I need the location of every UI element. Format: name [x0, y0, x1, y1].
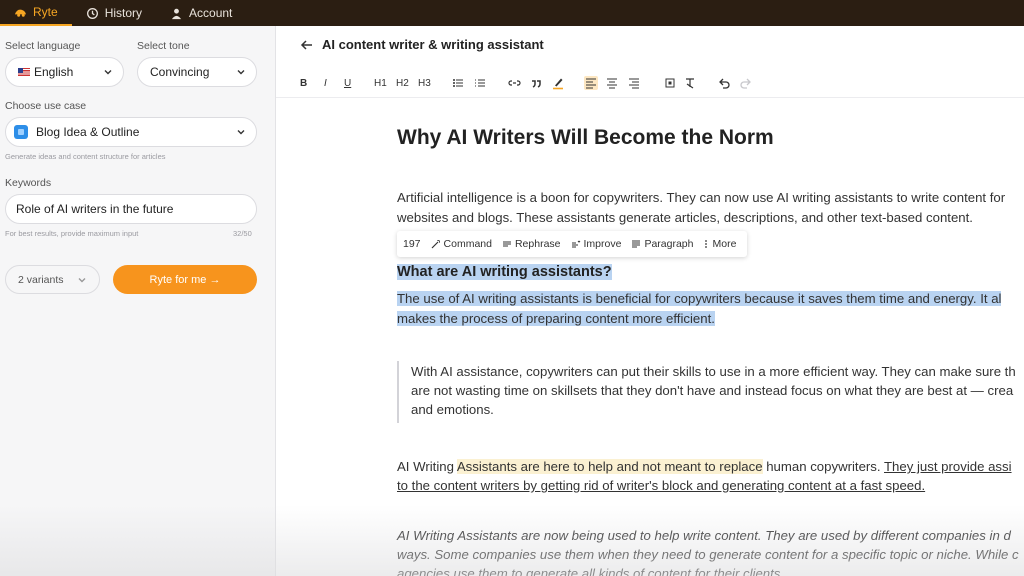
- paragraph-1-line-1[interactable]: Artificial intelligence is a boon for co…: [397, 190, 1005, 205]
- tab-ryte-label: Ryte: [33, 5, 58, 19]
- tab-history-label: History: [104, 6, 143, 20]
- page-header: AI content writer & writing assistant: [300, 37, 544, 52]
- align-right-icon[interactable]: [628, 76, 640, 90]
- quote-line-1[interactable]: With AI assistance, copywriters can put …: [411, 364, 1016, 379]
- keywords-count: 32/50: [233, 229, 252, 238]
- selected-text: makes the process of preparing content m…: [397, 311, 715, 326]
- selected-paragraph-line-1[interactable]: The use of AI writing assistants is bene…: [397, 291, 1002, 306]
- paragraph-button[interactable]: Paragraph: [631, 238, 693, 250]
- quote-line-3[interactable]: and emotions.: [411, 402, 494, 417]
- h3-button[interactable]: H3: [418, 76, 431, 90]
- language-select[interactable]: English: [5, 57, 124, 87]
- h1-button[interactable]: H1: [374, 76, 387, 90]
- align-left-icon[interactable]: [584, 76, 598, 90]
- p3-text-b: human copywriters.: [762, 459, 884, 474]
- variants-value: 2 variants: [18, 273, 64, 286]
- command-button[interactable]: Command: [431, 238, 492, 250]
- back-arrow-icon[interactable]: [300, 38, 314, 52]
- document-title[interactable]: Why AI Writers Will Become the Norm: [397, 126, 774, 150]
- sidebar: Select language Select tone English Conv…: [0, 26, 276, 576]
- keywords-value: Role of AI writers in the future: [16, 202, 174, 216]
- paragraph-label: Paragraph: [644, 238, 694, 250]
- link-icon[interactable]: [508, 76, 521, 90]
- variants-select[interactable]: 2 variants: [5, 265, 100, 294]
- p3-text-a: AI Writing: [397, 459, 457, 474]
- chevron-down-icon: [237, 130, 245, 135]
- align-center-icon[interactable]: [606, 76, 618, 90]
- chevron-down-icon: [237, 70, 245, 75]
- redo-icon[interactable]: [740, 76, 752, 90]
- clear-format-icon[interactable]: [684, 76, 696, 90]
- underline-button[interactable]: U: [344, 76, 351, 90]
- section-heading[interactable]: What are AI writing assistants?: [397, 264, 612, 280]
- selected-heading-text: What are AI writing assistants?: [397, 264, 612, 280]
- magic-wand-icon: [431, 240, 440, 249]
- tone-value: Convincing: [150, 65, 210, 79]
- numbered-list-icon[interactable]: [474, 76, 486, 90]
- tone-select[interactable]: Convincing: [137, 57, 257, 87]
- embed-icon[interactable]: [664, 76, 676, 90]
- chevron-down-icon: [104, 70, 112, 75]
- h2-button[interactable]: H2: [396, 76, 409, 90]
- more-vertical-icon: [705, 240, 708, 248]
- paragraph-3-line-2[interactable]: to the content writers by getting rid of…: [397, 478, 925, 493]
- rephrase-button[interactable]: Rephrase: [502, 238, 561, 250]
- improve-icon: [571, 240, 580, 248]
- underlined-text: They just provide assi: [884, 459, 1012, 474]
- tab-ryte[interactable]: Ryte: [0, 0, 72, 26]
- undo-icon[interactable]: [718, 76, 730, 90]
- keywords-hint: For best results, provide maximum input: [5, 229, 139, 238]
- language-label: Select language: [5, 40, 81, 52]
- quote-icon[interactable]: [530, 76, 542, 90]
- editor-toolbar: B I U H1 H2 H3: [276, 68, 1024, 98]
- inline-ai-toolbar: 197 Command Rephrase Improve Paragraph M…: [397, 231, 747, 257]
- language-value: English: [34, 65, 74, 79]
- tone-label: Select tone: [137, 40, 190, 52]
- ryte-button-label: Ryte for me →: [149, 273, 221, 286]
- keywords-label: Keywords: [5, 177, 52, 189]
- editor-area: AI content writer & writing assistant B …: [276, 26, 1024, 576]
- highlighted-text: Assistants are here to help and not mean…: [456, 459, 763, 474]
- us-flag-icon: [18, 68, 30, 76]
- tab-account-label: Account: [189, 6, 233, 20]
- more-label: More: [712, 238, 737, 250]
- improve-button[interactable]: Improve: [571, 238, 622, 250]
- italic-button[interactable]: I: [324, 76, 327, 90]
- blog-icon: [14, 125, 28, 139]
- bold-button[interactable]: B: [300, 76, 307, 90]
- command-label: Command: [443, 238, 492, 250]
- paragraph-4-line-1[interactable]: AI Writing Assistants are now being used…: [397, 528, 1011, 543]
- more-button[interactable]: More: [703, 238, 736, 250]
- use-case-hint: Generate ideas and content structure for…: [5, 152, 166, 161]
- ryte-for-me-button[interactable]: Ryte for me →: [113, 265, 257, 294]
- use-case-label: Choose use case: [5, 100, 87, 112]
- paragraph-icon: [632, 240, 641, 248]
- ryte-logo-icon: [14, 9, 27, 17]
- chevron-down-icon: [78, 277, 86, 282]
- page-title: AI content writer & writing assistant: [322, 37, 544, 52]
- highlighter-icon[interactable]: [552, 76, 564, 90]
- paragraph-1-line-2[interactable]: websites and blogs. These assistants gen…: [397, 210, 973, 225]
- use-case-value: Blog Idea & Outline: [36, 125, 140, 139]
- word-count: 197: [403, 238, 421, 250]
- history-icon: [86, 7, 98, 19]
- quote-line-2[interactable]: are not wasting time on skillsets that t…: [411, 383, 1013, 398]
- paragraph-4-line-2[interactable]: ways. Some companies use them when they …: [397, 547, 1019, 562]
- user-icon: [171, 8, 182, 19]
- use-case-select[interactable]: Blog Idea & Outline: [5, 117, 257, 147]
- tab-account[interactable]: Account: [156, 0, 246, 26]
- paragraph-4-line-3[interactable]: agencies use them to generate all kinds …: [397, 566, 784, 576]
- top-nav: Ryte History Account: [0, 0, 1024, 26]
- bullet-list-icon[interactable]: [452, 76, 464, 90]
- tab-history[interactable]: History: [72, 0, 156, 26]
- keywords-input[interactable]: Role of AI writers in the future: [5, 194, 257, 224]
- rephrase-icon: [502, 241, 511, 247]
- paragraph-3-line-1[interactable]: AI Writing Assistants are here to help a…: [397, 459, 1012, 474]
- selected-paragraph-line-2[interactable]: makes the process of preparing content m…: [397, 311, 715, 326]
- improve-label: Improve: [583, 238, 622, 250]
- selected-text: The use of AI writing assistants is bene…: [397, 291, 1002, 306]
- rephrase-label: Rephrase: [514, 238, 561, 250]
